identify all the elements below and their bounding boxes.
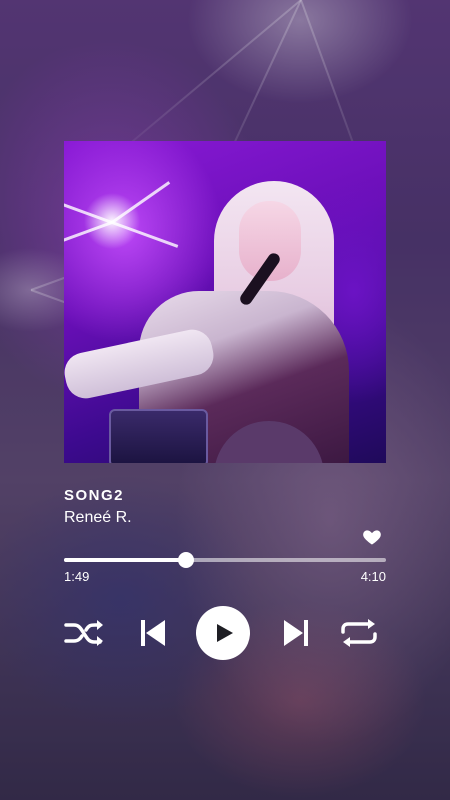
next-button[interactable] — [279, 616, 313, 650]
skip-next-icon — [284, 620, 308, 646]
repeat-icon — [341, 619, 377, 647]
repeat-button[interactable] — [338, 616, 380, 650]
progress-bar[interactable] — [64, 552, 386, 568]
play-icon — [217, 624, 233, 642]
shuffle-button[interactable] — [64, 616, 104, 650]
total-time: 4:10 — [360, 569, 386, 584]
previous-button[interactable] — [136, 616, 170, 650]
heart-icon[interactable] — [362, 527, 382, 547]
play-button[interactable] — [196, 606, 250, 660]
artist-name: Reneé R. — [64, 509, 132, 526]
progress-fill — [64, 558, 187, 562]
album-art — [64, 141, 386, 463]
skip-previous-icon — [141, 620, 165, 646]
elapsed-time: 1:49 — [64, 569, 90, 584]
shuffle-icon — [64, 620, 103, 646]
song-title: SONG2 — [64, 487, 125, 504]
